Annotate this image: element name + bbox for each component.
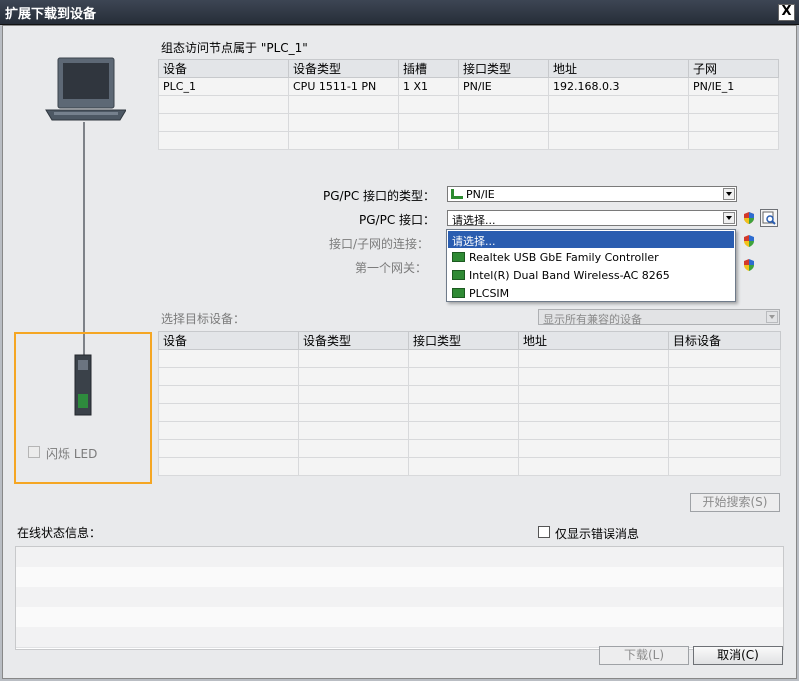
window-title: 扩展下载到设备 xyxy=(5,7,97,22)
cancel-button[interactable]: 取消(C) xyxy=(693,646,783,665)
table-row xyxy=(158,421,781,440)
chevron-down-icon[interactable] xyxy=(723,188,735,200)
target-filter-select[interactable]: 显示所有兼容的设备 xyxy=(538,309,780,326)
cell-device: PLC_1 xyxy=(158,77,289,96)
col-address: 地址 xyxy=(518,331,669,350)
table-row xyxy=(158,95,779,114)
cell-interface-type: PN/IE xyxy=(458,77,549,96)
shield-icon xyxy=(744,235,754,247)
shield-icon xyxy=(744,259,754,271)
col-device: 设备 xyxy=(158,331,299,350)
cell-slot: 1 X1 xyxy=(398,77,459,96)
cell-subnet: PN/IE_1 xyxy=(688,77,779,96)
table-row[interactable]: PLC_1 CPU 1511-1 PN 1 X1 PN/IE 192.168.0… xyxy=(158,77,779,96)
col-device-type: 设备类型 xyxy=(298,331,409,350)
dropdown-option-intel[interactable]: Intel(R) Dual Band Wireless-AC 8265 xyxy=(448,267,734,284)
pgpc-interface-dropdown: 请选择... Realtek USB GbE Family Controller… xyxy=(446,229,736,302)
col-address: 地址 xyxy=(548,59,689,78)
col-device: 设备 xyxy=(158,59,289,78)
table-row xyxy=(158,349,781,368)
target-device-label: 选择目标设备： xyxy=(161,312,246,326)
target-table: 设备 设备类型 接口类型 地址 目标设备 xyxy=(158,331,781,476)
target-header-row: 设备 设备类型 接口类型 地址 目标设备 xyxy=(158,331,781,350)
pgpc-type-value: PN/IE xyxy=(466,188,495,201)
pgpc-type-label: PG/PC 接口的类型： xyxy=(323,189,436,203)
table-row xyxy=(158,457,781,476)
network-card-icon xyxy=(452,252,465,262)
option-label: Intel(R) Dual Band Wireless-AC 8265 xyxy=(469,269,670,282)
chevron-down-icon[interactable] xyxy=(766,311,778,323)
cell-device-type: CPU 1511-1 PN xyxy=(288,77,399,96)
errors-only-label: 仅显示错误消息 xyxy=(555,527,640,541)
dialog-body: 组态访问节点属于 "PLC_1" 设备 设备类型 插槽 接口类型 地址 子网 P… xyxy=(2,25,797,679)
start-search-button[interactable]: 开始搜索(S) xyxy=(690,493,780,512)
col-interface-type: 接口类型 xyxy=(458,59,549,78)
properties-button[interactable] xyxy=(760,209,778,227)
col-interface-type: 接口类型 xyxy=(408,331,519,350)
network-card-icon xyxy=(452,288,465,298)
list-item xyxy=(16,547,783,568)
pgpc-interface-value: 请选择... xyxy=(452,214,496,227)
connection-label: 接口/子网的连接： xyxy=(329,237,430,251)
col-subnet: 子网 xyxy=(688,59,779,78)
target-highlight-box: 闪烁 LED xyxy=(14,332,152,484)
list-item xyxy=(16,587,783,608)
flash-led-checkbox[interactable] xyxy=(28,446,40,458)
col-target-device: 目标设备 xyxy=(668,331,781,350)
status-list xyxy=(15,546,784,650)
pgpc-interface-select[interactable]: 请选择... xyxy=(447,210,737,227)
cell-address: 192.168.0.3 xyxy=(548,77,689,96)
pg-laptop-icon xyxy=(45,57,126,121)
errors-only-checkbox[interactable] xyxy=(538,526,550,538)
gateway-label: 第一个网关： xyxy=(355,261,428,275)
option-label: 请选择... xyxy=(452,235,496,248)
plc-device-icon xyxy=(74,354,92,416)
list-item xyxy=(16,607,783,628)
title-bar: 扩展下载到设备 X xyxy=(0,0,799,25)
col-device-type: 设备类型 xyxy=(288,59,399,78)
pgpc-interface-label: PG/PC 接口： xyxy=(359,213,436,227)
config-header-row: 设备 设备类型 插槽 接口类型 地址 子网 xyxy=(158,59,779,78)
target-filter-value: 显示所有兼容的设备 xyxy=(543,313,642,326)
col-slot: 插槽 xyxy=(398,59,459,78)
list-item xyxy=(16,567,783,588)
table-row xyxy=(158,367,781,386)
download-button[interactable]: 下载(L) xyxy=(599,646,689,665)
flash-led-label: 闪烁 LED xyxy=(46,447,98,461)
dropdown-option-plcsim[interactable]: PLCSIM xyxy=(448,285,734,302)
list-item xyxy=(16,627,783,648)
table-row xyxy=(158,439,781,458)
option-label: Realtek USB GbE Family Controller xyxy=(469,251,659,264)
table-row xyxy=(158,385,781,404)
table-row xyxy=(158,113,779,132)
connection-line xyxy=(83,122,85,355)
shield-icon xyxy=(744,212,754,224)
config-heading: 组态访问节点属于 "PLC_1" xyxy=(161,41,308,55)
option-label: PLCSIM xyxy=(469,287,510,300)
table-row xyxy=(158,131,779,150)
pgpc-type-select[interactable]: PN/IE xyxy=(447,186,737,202)
dropdown-option-realtek[interactable]: Realtek USB GbE Family Controller xyxy=(448,249,734,266)
config-table: 设备 设备类型 插槽 接口类型 地址 子网 PLC_1 CPU 1511-1 P… xyxy=(158,59,779,150)
status-label: 在线状态信息： xyxy=(17,526,102,540)
magnifier-icon xyxy=(762,211,776,225)
chevron-down-icon[interactable] xyxy=(723,212,735,224)
table-row xyxy=(158,403,781,422)
dropdown-option-select[interactable]: 请选择... xyxy=(448,231,734,248)
network-card-icon xyxy=(452,270,465,280)
pnie-icon xyxy=(451,189,463,199)
close-icon[interactable]: X xyxy=(778,4,795,21)
